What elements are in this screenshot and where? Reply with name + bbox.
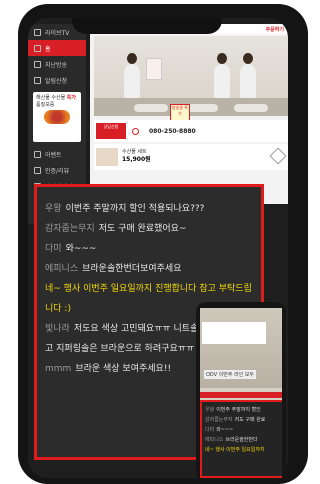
inset-ad [202, 322, 266, 344]
pencil-icon[interactable] [269, 147, 287, 165]
brand-logo[interactable]: 주문하기 [266, 26, 284, 33]
ad-line2: 품질보증 [36, 101, 55, 108]
sidebar-item-past[interactable]: 지난방송 [28, 56, 86, 72]
chat-text: 와~~~ [65, 244, 97, 254]
inset-phone: ODV 이번주 라인 모두 우왕 이번주 주말까지 할인 감자줍는무지 저도 구매 완… [196, 302, 286, 482]
inset-chat: 우왕 이번주 주말까지 할인 감자줍는무지 저도 구매 완료 다미 와~~~ 에피니스 브라운… [200, 400, 282, 478]
ad-line1: 해산물 수산물 [36, 95, 66, 101]
sidebar-item-label: 라이브TV [45, 29, 70, 37]
sidebar-ad[interactable]: 해산물 수산물 특가 품질보증 [33, 92, 81, 142]
chat-nickname: 다미 [205, 427, 215, 433]
calendar-icon [34, 60, 41, 68]
food-image [44, 110, 70, 124]
chat-text: 브라운솔한번더보여주세요 [82, 264, 182, 274]
call-bar[interactable]: 상담신청 080-250-8880 [94, 120, 288, 142]
main-content: 주문하기 방송중 특가 상담신청 080-250-8880 수산물 세트 15,… [90, 24, 288, 204]
chat-text: 브라운솔한번더 [225, 437, 258, 443]
chat-text: 저도 구매 완료했어요~ [98, 224, 187, 234]
inset-chat-message: 감자줍는무지 저도 구매 완료 [205, 415, 281, 425]
host-figure [240, 53, 256, 98]
chat-nickname: 다미 [45, 244, 62, 254]
sidebar-item-event[interactable]: 이벤트 [28, 146, 86, 162]
ad-highlight: 특가 [66, 95, 76, 101]
chat-text: 이번주 주말까지 할인 적용되나요??? [65, 204, 205, 214]
chat-text: 브라운 색상 보여주세요!! [75, 364, 172, 374]
chat-text: 이번주 주말까지 할인 [216, 407, 261, 413]
chat-nickname: 우왕 [45, 204, 62, 214]
inset-chat-message: 에피니스 브라운솔한번더 [205, 435, 281, 445]
chat-text: 와~~~ [216, 427, 234, 433]
sidebar-item-label: 알림신청 [45, 77, 68, 85]
chat-message: 에피니스 브라운솔한번더보여주세요 [45, 259, 255, 279]
chat-message: 감자줍는무지 저도 구매 완료했어요~ [45, 219, 255, 239]
chat-nickname: 빛나라 [45, 324, 70, 334]
sidebar-item-home[interactable]: 홈 [28, 40, 86, 56]
product-card[interactable]: 수산물 세트 15,900원 [94, 144, 288, 170]
chat-nickname: 에피니스 [205, 437, 224, 443]
sidebar-item-alert[interactable]: 알림신청 [28, 72, 86, 88]
sidebar-item-label: 이벤트 [45, 151, 62, 159]
sidebar-item-label: 인증/리뷰 [45, 167, 70, 175]
star-icon [34, 166, 41, 174]
phone-number[interactable]: 080-250-8880 [149, 128, 196, 135]
sidebar-item-label: 홈 [45, 45, 51, 53]
chat-nickname: 감자줍는무지 [205, 417, 233, 423]
product-counter [94, 98, 288, 116]
product-price: 15,900원 [122, 156, 151, 164]
chat-nickname: 우왕 [205, 407, 215, 413]
chat-nickname: 감자줍는무지 [45, 224, 95, 234]
inset-chat-message: 네~ 행사 이번주 일요일까지 [205, 445, 281, 455]
chat-text: 저도 구매 완료 [234, 417, 266, 423]
host-figure [124, 53, 140, 98]
live-video[interactable]: 방송중 특가 [94, 36, 288, 122]
chat-text: 네~ 행사 이번주 일요일까지 [205, 447, 265, 453]
sidebar-item-review[interactable]: 인증/리뷰 [28, 162, 86, 178]
inset-label: ODV 이번주 라인 모두 [204, 370, 257, 379]
product-sign [146, 58, 162, 80]
phone-icon [132, 127, 139, 135]
chat-nickname: mmm [45, 364, 72, 374]
chat-nickname: 에피니스 [45, 264, 79, 274]
product-thumbnail [96, 148, 118, 166]
inset-bar [200, 392, 282, 398]
inset-chat-message: 우왕 이번주 주말까지 할인 [205, 405, 281, 415]
host-figure [214, 53, 230, 98]
inset-chat-message: 다미 와~~~ [205, 425, 281, 435]
home-icon [34, 44, 41, 52]
chat-message: 우왕 이번주 주말까지 할인 적용되나요??? [45, 199, 255, 219]
tv-icon [34, 28, 41, 36]
consult-badge[interactable]: 상담신청 [96, 123, 126, 139]
sidebar-item-label: 지난방송 [45, 61, 68, 69]
gift-icon [34, 150, 41, 158]
bell-icon [34, 76, 41, 84]
chat-message: 다미 와~~~ [45, 239, 255, 259]
phone-notch [72, 18, 222, 34]
